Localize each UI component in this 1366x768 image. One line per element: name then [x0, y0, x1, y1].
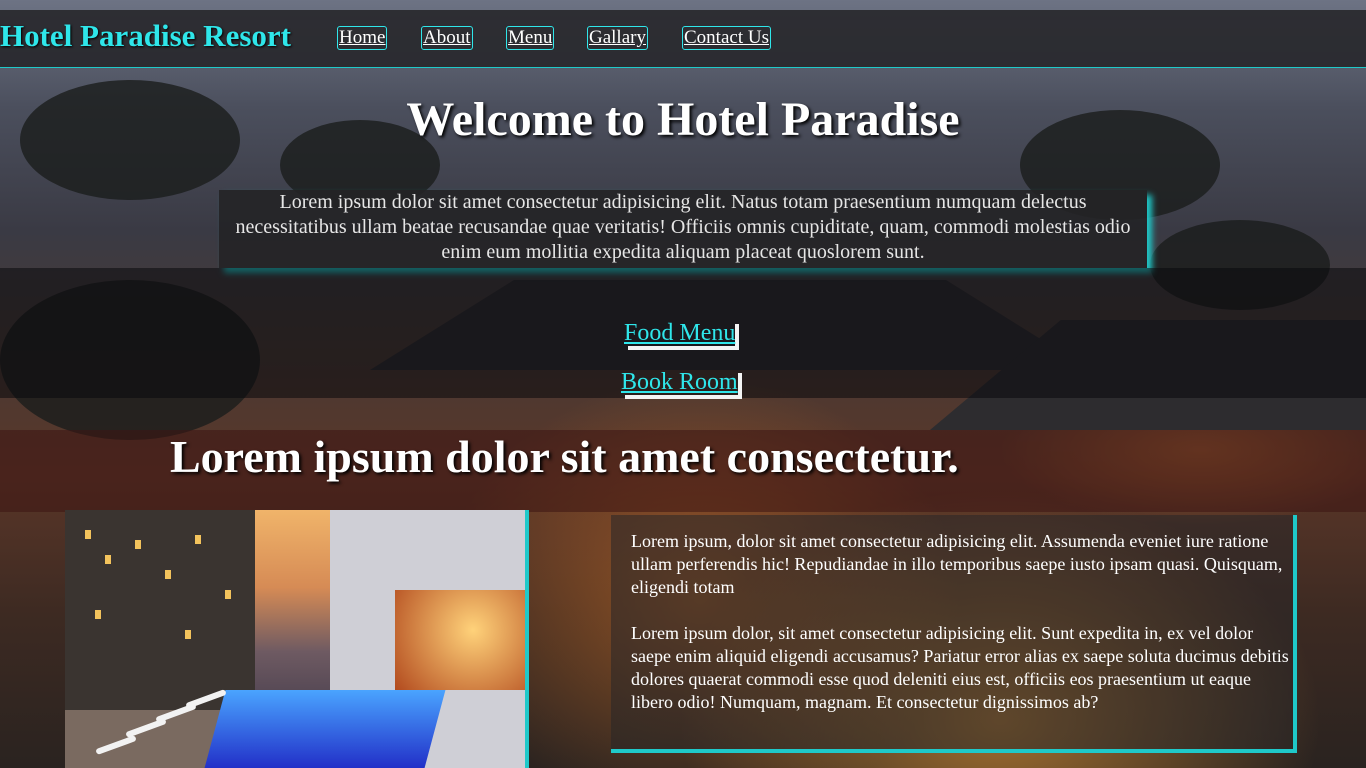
book-room-button[interactable]: Book Room [621, 369, 738, 395]
nav-gallery[interactable]: Gallary [587, 26, 648, 50]
pool-photo [65, 510, 529, 768]
nav-about[interactable]: About [421, 26, 473, 50]
nav-contact[interactable]: Contact Us [682, 26, 771, 50]
content-paragraph-2: Lorem ipsum dolor, sit amet consectetur … [631, 623, 1289, 712]
hero-title: Welcome to Hotel Paradise [406, 93, 960, 146]
nav-home[interactable]: Home [337, 26, 388, 50]
section-title: Lorem ipsum dolor sit amet consectetur. [170, 431, 959, 482]
hero-description: Lorem ipsum dolor sit amet consectetur a… [219, 190, 1147, 268]
brand-logo[interactable]: Hotel Paradise Resort [0, 18, 291, 54]
nav-menu[interactable]: Menu [506, 26, 555, 50]
food-menu-button[interactable]: Food Menu [624, 320, 735, 346]
content-paragraph-1: Lorem ipsum, dolor sit amet consectetur … [631, 531, 1283, 597]
